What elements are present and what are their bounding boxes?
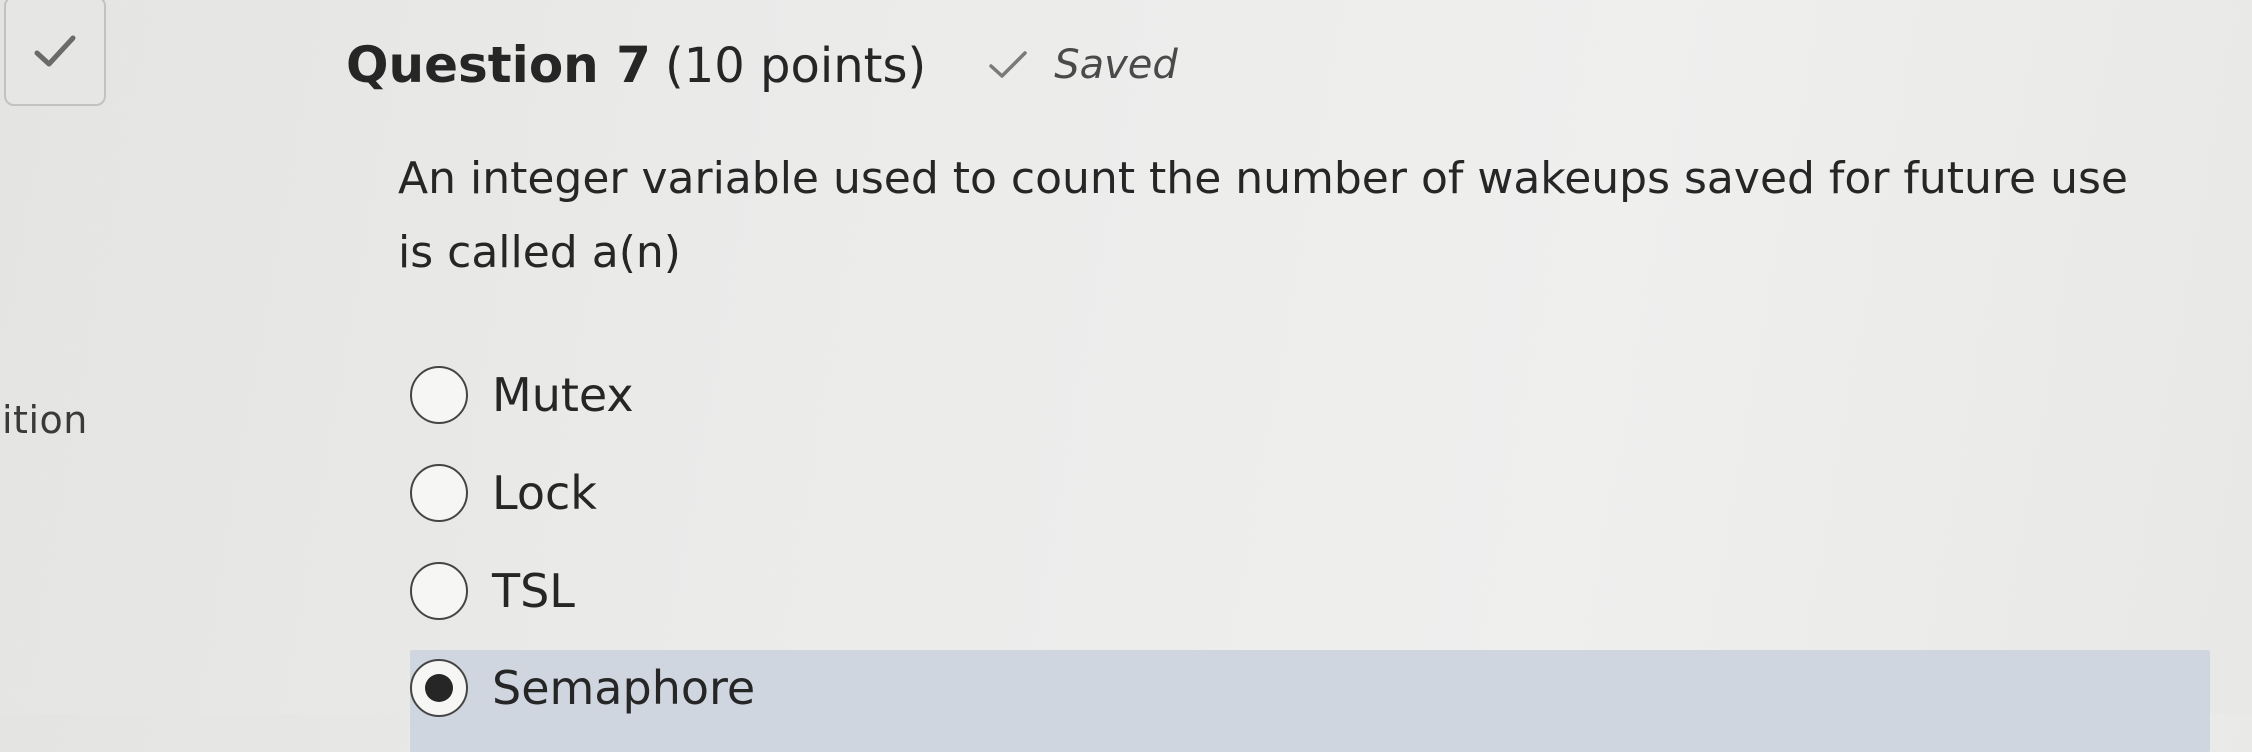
question-points: (10 points) xyxy=(664,38,927,94)
radio-button[interactable] xyxy=(410,562,468,620)
saved-status: Saved xyxy=(988,42,1178,88)
question-title: Question 7 xyxy=(346,36,651,94)
radio-button[interactable] xyxy=(410,464,468,522)
saved-status-text: Saved xyxy=(1054,42,1178,88)
question-nav-check-button[interactable] xyxy=(4,0,106,106)
option-semaphore[interactable]: Semaphore xyxy=(410,640,2210,752)
question-text: An integer variable used to count the nu… xyxy=(398,153,2128,278)
option-label: TSL xyxy=(492,564,575,618)
option-label: Mutex xyxy=(492,368,634,422)
option-label: Lock xyxy=(492,466,597,520)
answer-options: Mutex Lock TSL Semaphore xyxy=(410,346,2210,752)
sidebar-partial-label: ition xyxy=(2,398,88,442)
option-label: Semaphore xyxy=(492,661,756,715)
option-lock[interactable]: Lock xyxy=(410,444,2210,542)
option-tsl[interactable]: TSL xyxy=(410,542,2210,640)
question-header: Question 7 (10 points) Saved xyxy=(346,36,1178,94)
check-icon xyxy=(34,35,76,67)
radio-button-selected[interactable] xyxy=(410,659,468,717)
radio-button[interactable] xyxy=(410,366,468,424)
option-mutex[interactable]: Mutex xyxy=(410,346,2210,444)
check-icon xyxy=(989,51,1027,78)
